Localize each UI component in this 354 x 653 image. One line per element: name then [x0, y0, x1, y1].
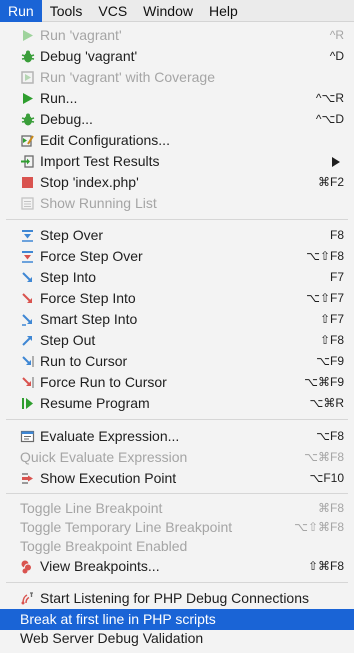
menu-item-smart-step-into[interactable]: Smart Step Into ⇧F7	[0, 309, 354, 330]
menu-item-force-step-into[interactable]: Force Step Into ⌥⇧F7	[0, 288, 354, 309]
step-out-icon	[20, 333, 35, 348]
edit-configurations-icon	[20, 133, 35, 148]
menu-item-show-running-list[interactable]: Show Running List	[0, 193, 354, 214]
menu-item-step-over[interactable]: Step Over F8	[0, 225, 354, 246]
menu-item-step-into[interactable]: Step Into F7	[0, 267, 354, 288]
menu-item-toggle-line-breakpoint[interactable]: Toggle Line Breakpoint ⌘F8	[0, 498, 354, 519]
menu-item-force-run-to-cursor[interactable]: Force Run to Cursor ⌥⌘F9	[0, 372, 354, 393]
menu-item-break-at-first-line[interactable]: Break at first line in PHP scripts	[0, 609, 354, 630]
menu-item-force-step-over[interactable]: Force Step Over ⌥⇧F8	[0, 246, 354, 267]
stop-icon	[20, 175, 35, 190]
menubar-item-help[interactable]: Help	[201, 0, 246, 22]
coverage-icon	[20, 70, 35, 85]
run-icon	[20, 28, 35, 43]
evaluate-icon	[20, 429, 35, 444]
menu-item-run-to-cursor[interactable]: Run to Cursor ⌥F9	[0, 351, 354, 372]
menu-separator	[6, 219, 348, 220]
menu-separator	[6, 582, 348, 583]
menu-item-toggle-breakpoint-enabled[interactable]: Toggle Breakpoint Enabled	[0, 536, 354, 557]
menubar-item-tools[interactable]: Tools	[42, 0, 91, 22]
force-run-to-cursor-icon	[20, 375, 35, 390]
menu-item-stop[interactable]: Stop 'index.php' ⌘F2	[0, 172, 354, 193]
menu-item-debug-vagrant[interactable]: Debug 'vagrant' ^D	[0, 46, 354, 67]
smart-step-into-icon	[20, 312, 35, 327]
menu-item-debug-dots[interactable]: Debug... ^⌥D	[0, 109, 354, 130]
run-to-cursor-icon	[20, 354, 35, 369]
debug-icon	[20, 112, 35, 127]
import-icon	[20, 154, 35, 169]
menubar-item-vcs[interactable]: VCS	[90, 0, 135, 22]
menu-item-quick-evaluate-expression[interactable]: Quick Evaluate Expression ⌥⌘F8	[0, 447, 354, 468]
menubar-item-window[interactable]: Window	[135, 0, 201, 22]
execution-point-icon	[20, 471, 35, 486]
menu-item-toggle-temporary-line-breakpoint[interactable]: Toggle Temporary Line Breakpoint ⌥⇧⌘F8	[0, 517, 354, 538]
menu-item-evaluate-expression[interactable]: Evaluate Expression... ⌥F8	[0, 426, 354, 447]
debug-icon	[20, 49, 35, 64]
menu-separator	[6, 493, 348, 494]
menu-item-start-listening-php-debug[interactable]: Start Listening for PHP Debug Connection…	[0, 588, 354, 609]
submenu-arrow-icon	[332, 157, 340, 167]
resume-icon	[20, 396, 35, 411]
list-icon	[20, 196, 35, 211]
menu-bar: Run Tools VCS Window Help	[0, 0, 354, 22]
menu-item-edit-configurations[interactable]: Edit Configurations...	[0, 130, 354, 151]
menu-separator	[6, 419, 348, 420]
breakpoints-icon	[20, 559, 35, 574]
menu-item-view-breakpoints[interactable]: View Breakpoints... ⇧⌘F8	[0, 556, 354, 577]
menu-item-run-with-coverage[interactable]: Run 'vagrant' with Coverage	[0, 67, 354, 88]
menu-item-run-vagrant[interactable]: Run 'vagrant' ^R	[0, 25, 354, 46]
menu-item-import-test-results[interactable]: Import Test Results	[0, 151, 354, 172]
run-menu-dropdown: Run 'vagrant' ^R Debug 'vagrant' ^D Run …	[0, 22, 354, 653]
menubar-item-run[interactable]: Run	[0, 0, 42, 22]
run-icon	[20, 91, 35, 106]
menu-item-run-dots[interactable]: Run... ^⌥R	[0, 88, 354, 109]
force-step-into-icon	[20, 291, 35, 306]
menu-item-show-execution-point[interactable]: Show Execution Point ⌥F10	[0, 468, 354, 489]
step-over-icon	[20, 228, 35, 243]
force-step-over-icon	[20, 249, 35, 264]
menu-item-step-out[interactable]: Step Out ⇧F8	[0, 330, 354, 351]
step-into-icon	[20, 270, 35, 285]
menu-item-resume-program[interactable]: Resume Program ⌥⌘R	[0, 393, 354, 414]
menu-item-web-server-debug-validation[interactable]: Web Server Debug Validation	[0, 628, 354, 649]
listen-icon	[20, 591, 35, 606]
